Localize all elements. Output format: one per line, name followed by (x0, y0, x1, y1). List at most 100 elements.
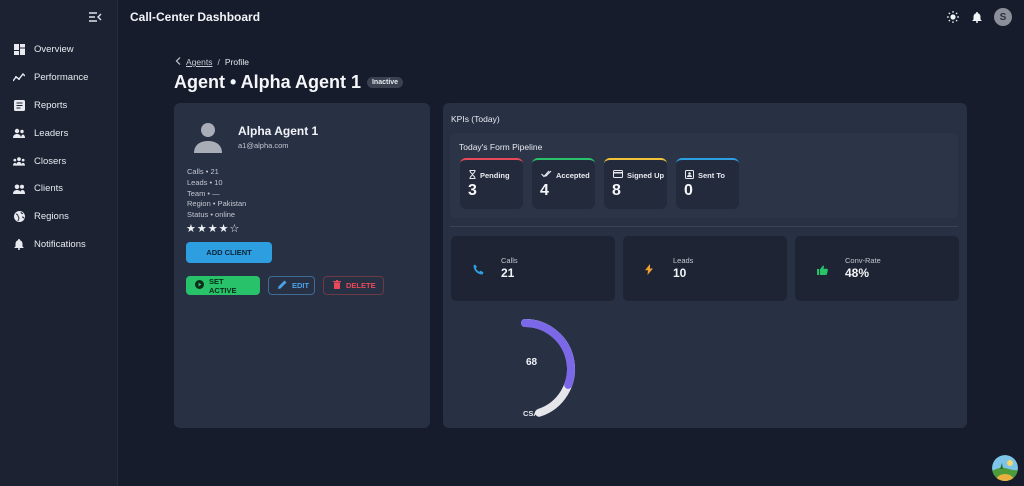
sidebar-item-reports[interactable]: Reports (0, 92, 118, 120)
contact-icon (685, 170, 694, 181)
landscape-icon (992, 455, 1018, 481)
agent-stats: Calls • 21 Leads • 10 Team • — Region • … (187, 167, 246, 221)
pipeline-item-signed-up: Signed Up 8 (604, 158, 667, 209)
metric-calls: Calls 21 (451, 236, 615, 301)
people-icon (13, 183, 25, 195)
pipeline-item-value: 3 (468, 182, 477, 199)
pipeline-item-value: 8 (612, 182, 621, 199)
stat-calls: Calls • 21 (187, 167, 219, 176)
card-icon (613, 170, 623, 180)
app-bar-actions: S (946, 8, 1012, 26)
pipeline-item-sent-to: Sent To 0 (676, 158, 739, 209)
csat-value: 68 (526, 357, 538, 368)
sidebar-item-closers[interactable]: Closers (0, 147, 118, 175)
breadcrumb-link-agents[interactable]: Agents (186, 57, 212, 67)
sidebar-item-overview[interactable]: Overview (0, 36, 118, 64)
menu-collapse-icon[interactable] (88, 10, 102, 24)
bell-icon (13, 238, 25, 250)
form-pipeline: Today's Form Pipeline Pending 3 Accepted… (450, 133, 958, 218)
pipeline-items: Pending 3 Accepted 4 Signed Up 8 Sent To… (460, 158, 739, 209)
metric-value: 21 (501, 266, 515, 280)
agent-email: a1@alpha.com (238, 141, 289, 150)
sidebar-item-label: Overview (34, 44, 74, 56)
star-rating: ★★★★☆ (186, 223, 241, 235)
stat-region: Region • Pakistan (187, 199, 247, 209)
metric-label: Leads (673, 256, 694, 265)
metric-label: Calls (501, 256, 518, 265)
app-title: Call-Center Dashboard (130, 10, 261, 24)
groups-icon (13, 155, 25, 167)
pipeline-item-label: Accepted (556, 170, 590, 180)
stat-team: Team • — (187, 188, 220, 198)
sidebar-item-label: Performance (34, 72, 89, 84)
phone-icon (473, 262, 485, 275)
edit-button[interactable]: EDIT (268, 276, 315, 295)
pipeline-item-value: 4 (540, 182, 549, 199)
csat-gauge: 68 CSAT (517, 309, 607, 421)
delete-label: DELETE (346, 281, 376, 290)
delete-button[interactable]: DELETE (323, 276, 384, 295)
sidebar-item-leaders[interactable]: Leaders (0, 119, 118, 147)
user-avatar[interactable]: S (994, 8, 1012, 26)
status-badge: Inactive (366, 77, 404, 88)
group-icon (13, 127, 25, 139)
sidebar-item-label: Leaders (34, 127, 69, 139)
add-client-button[interactable]: ADD CLIENT (186, 242, 272, 263)
sidebar-item-regions[interactable]: Regions (0, 203, 118, 231)
notifications-bell-icon[interactable] (970, 10, 984, 24)
pipeline-item-value: 0 (684, 182, 693, 199)
person-avatar-icon (190, 119, 226, 155)
metric-conv-rate: Conv-Rate 48% (795, 236, 959, 301)
sidebar-item-label: Notifications (34, 238, 86, 250)
sidebar-item-label: Regions (34, 211, 69, 223)
pipeline-item-label: Pending (480, 171, 510, 180)
app-bar: Call-Center Dashboard S (118, 0, 1024, 34)
kpi-card: KPIs (Today) Today's Form Pipeline Pendi… (443, 103, 967, 428)
set-active-button[interactable]: SET ACTIVE (186, 276, 260, 295)
hourglass-icon (469, 170, 476, 181)
play-circle-icon (195, 280, 204, 291)
sidebar-item-label: Clients (34, 183, 64, 195)
bolt-icon (645, 262, 657, 275)
page-title: Agent • Alpha Agent 1 Inactive (174, 72, 404, 93)
profile-card: Alpha Agent 1 a1@alpha.com Calls • 21 Le… (174, 103, 430, 428)
sidebar-item-performance[interactable]: Performance (0, 64, 118, 92)
pipeline-item-label: Sent To (698, 171, 725, 180)
report-icon (13, 99, 25, 111)
sidebar: Overview Performance Reports Leaders Clo… (0, 0, 118, 486)
set-active-label: SET ACTIVE (209, 276, 237, 295)
breadcrumb-current: Profile (224, 57, 249, 67)
pipeline-item-pending: Pending 3 (460, 158, 523, 209)
pipeline-item-label: Signed Up (627, 170, 665, 180)
breadcrumb: Agents / Profile (175, 57, 249, 67)
metric-label: Conv-Rate (845, 256, 881, 265)
done-all-icon (541, 170, 552, 180)
kpi-divider (450, 226, 958, 227)
pencil-icon (278, 280, 287, 291)
sidebar-item-notifications[interactable]: Notifications (0, 231, 118, 259)
agent-name: Alpha Agent 1 (238, 124, 319, 138)
sidebar-item-label: Reports (34, 99, 68, 111)
kpi-title: KPIs (Today) (451, 114, 500, 124)
stat-leads: Leads • 10 (187, 177, 223, 187)
chevron-left-icon[interactable] (175, 57, 181, 67)
action-buttons: SET ACTIVE EDIT DELETE (186, 276, 384, 295)
csat-label: CSAT (523, 409, 543, 418)
metric-value: 10 (673, 266, 687, 280)
csat-gauge-fill (521, 319, 575, 389)
pipeline-title: Today's Form Pipeline (459, 142, 543, 152)
assistant-avatar-button[interactable] (992, 455, 1018, 481)
metric-value: 48% (845, 266, 870, 280)
theme-toggle-sun-icon[interactable] (946, 10, 960, 24)
edit-label: EDIT (292, 281, 310, 290)
stat-status: Status • online (187, 210, 236, 220)
trash-icon (333, 280, 341, 291)
sidebar-item-clients[interactable]: Clients (0, 175, 118, 203)
breadcrumb-separator: / (217, 57, 220, 67)
dashboard-icon (13, 44, 25, 56)
pipeline-item-accepted: Accepted 4 (532, 158, 595, 209)
page-title-text: Agent • Alpha Agent 1 (174, 72, 361, 92)
trend-icon (13, 72, 25, 84)
globe-icon (13, 211, 25, 223)
thumb-up-icon (817, 262, 829, 275)
